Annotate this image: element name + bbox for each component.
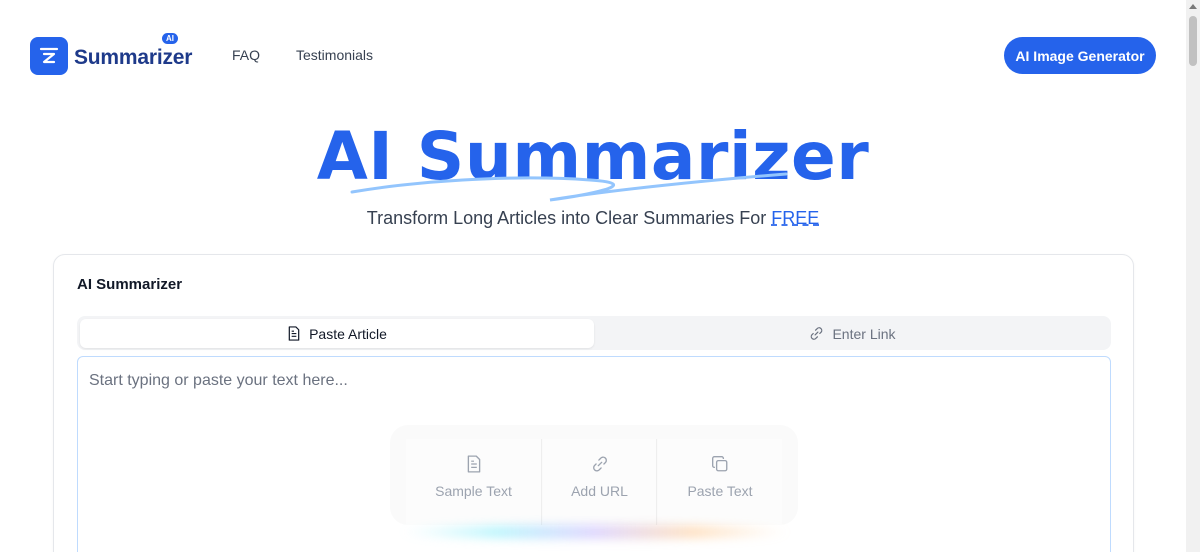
logo[interactable]: Summarizer AI — [30, 33, 193, 75]
article-text-placeholder: Start typing or paste your text here... — [89, 372, 348, 389]
hero-subtitle-free: FREE — [771, 208, 820, 228]
sample-text-label: Sample Text — [435, 483, 512, 499]
site-header: Summarizer AI FAQ Testimonials AI Image … — [0, 0, 1186, 110]
quick-actions: Sample Text Add URL Paste Text — [390, 425, 798, 525]
hero-subtitle-text: Transform Long Articles into Clear Summa… — [366, 208, 772, 228]
tab-enter-link-label: Enter Link — [832, 325, 896, 342]
hero-squiggle-decoration — [350, 172, 788, 202]
add-url-label: Add URL — [571, 483, 628, 499]
page-scrollbar[interactable] — [1186, 0, 1200, 552]
card-title: AI Summarizer — [77, 276, 183, 293]
hero-subtitle: Transform Long Articles into Clear Summa… — [0, 208, 1186, 229]
article-text-input[interactable]: Start typing or paste your text here... … — [77, 356, 1111, 552]
link-icon — [592, 456, 607, 472]
logo-mark-icon — [30, 37, 68, 75]
input-mode-tabs: Paste Article Enter Link — [77, 316, 1111, 350]
quick-actions-glow — [400, 525, 790, 539]
sample-text-button[interactable]: Sample Text — [406, 439, 542, 525]
add-url-button[interactable]: Add URL — [543, 439, 657, 525]
logo-ai-badge: AI — [162, 33, 178, 44]
summarizer-card: AI Summarizer Paste Article Enter Link S… — [53, 254, 1134, 552]
paste-text-label: Paste Text — [687, 483, 753, 499]
ai-image-generator-button[interactable]: AI Image Generator — [1004, 37, 1156, 74]
link-icon — [811, 327, 823, 340]
tab-paste-article[interactable]: Paste Article — [80, 319, 594, 348]
scroll-thumb[interactable] — [1189, 16, 1197, 66]
document-icon — [467, 455, 480, 473]
nav-link-testimonials[interactable]: Testimonials — [296, 47, 373, 63]
tab-enter-link[interactable]: Enter Link — [597, 319, 1108, 348]
copy-icon — [712, 456, 728, 472]
logo-text: Summarizer — [74, 46, 193, 69]
scroll-up-arrow-icon[interactable] — [1189, 4, 1197, 9]
nav-link-faq[interactable]: FAQ — [232, 47, 260, 63]
paste-text-button[interactable]: Paste Text — [658, 439, 782, 525]
tab-paste-article-label: Paste Article — [309, 325, 387, 342]
document-icon — [288, 326, 300, 341]
